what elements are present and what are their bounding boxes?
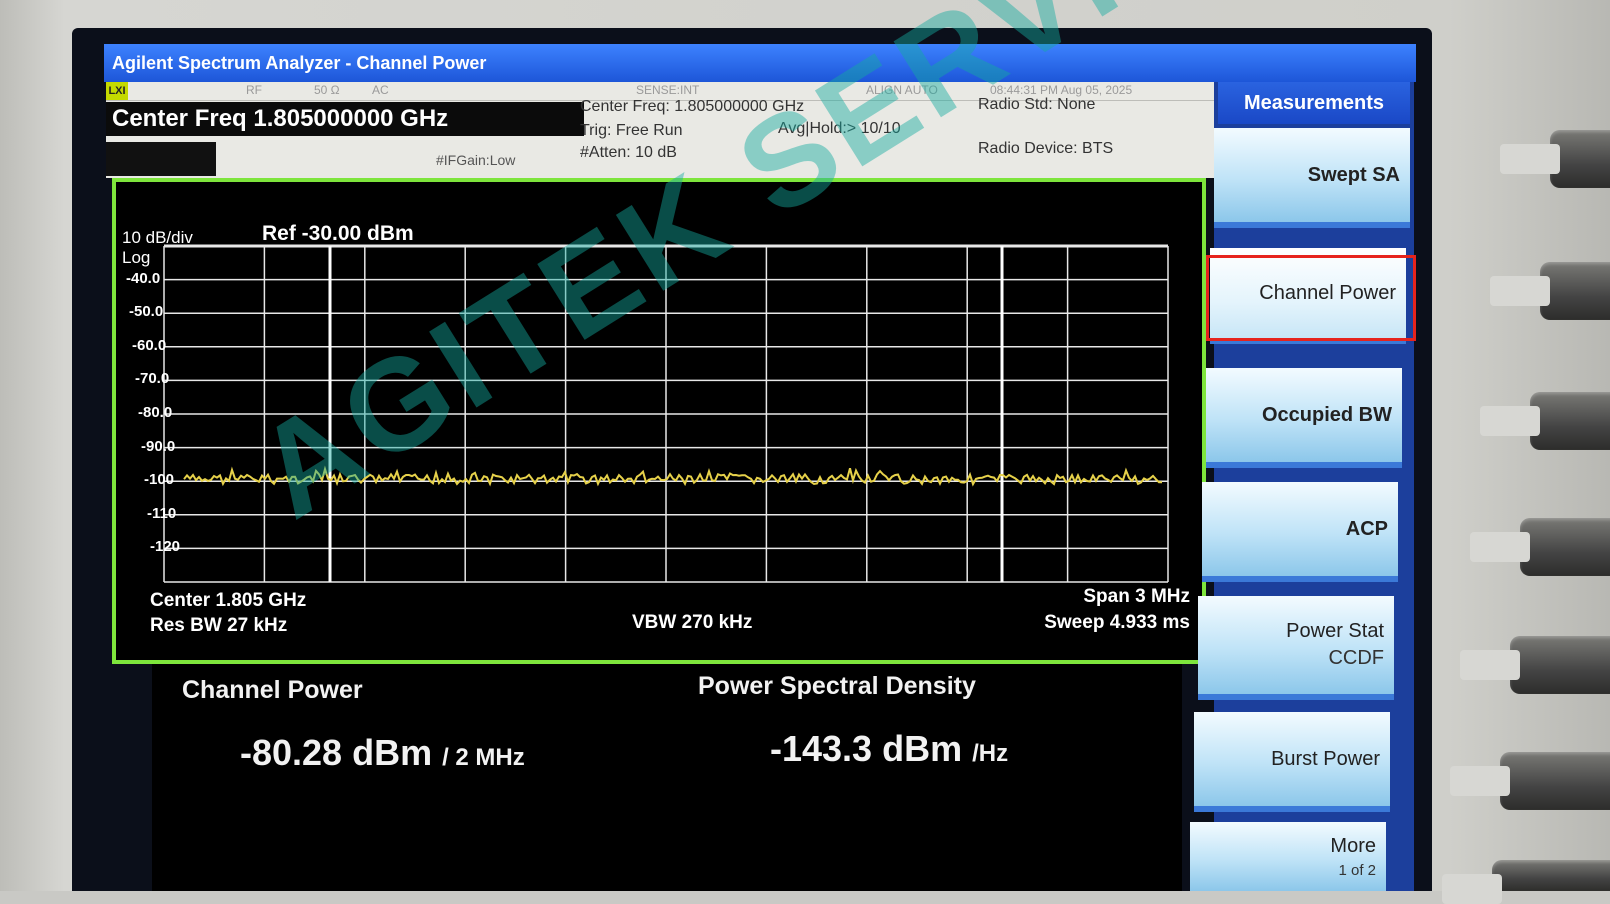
info-panel: LXI RF 50 Ω AC SENSE:INT ALIGN AUTO 08:4… [106,82,1214,178]
channel-power-value: -80.28 dBm [240,732,433,773]
channel-power-label: Channel Power [182,676,363,704]
softkey-swept-sa[interactable]: Swept SA [1214,128,1410,228]
softkey-menu-title: Measurements [1218,82,1410,124]
softkey-power-stat-ccdf[interactable]: Power Stat CCDF [1198,596,1394,700]
if-gain-readout: #IFGain:Low [436,152,516,168]
rf-indicator: RF [246,83,262,97]
radio-std-readout: Radio Std: None [978,96,1096,113]
softkey-acp[interactable]: ACP [1202,482,1398,582]
vbw-label: VBW 270 kHz [632,612,753,633]
y-tick-label: -60.0 [132,336,167,354]
hardware-softkey-button-3[interactable] [1480,392,1610,450]
channel-power-unit: / 2 MHz [442,744,525,771]
window-title: Agilent Spectrum Analyzer - Channel Powe… [104,44,1416,82]
softkey-label: Occupied BW [1261,403,1392,426]
y-tick-label: -70.0 [135,370,170,388]
hardware-softkey-button-5[interactable] [1460,636,1610,694]
softkey-label: ACP [1345,517,1388,540]
softkey-label: Power Stat [1286,620,1384,642]
psd-value: -143.3 dBm [770,728,963,769]
selection-highlight [1206,255,1416,341]
center-label: Center 1.805 GHz [150,590,307,611]
results-panel: Channel Power -80.28 dBm / 2 MHz Power Sp… [152,664,1182,891]
softkey-occupied-bw[interactable]: Occupied BW [1206,368,1402,468]
entry-field [106,142,216,176]
grid [163,244,1169,583]
coupling-indicator: AC [372,83,389,97]
hardware-softkey-button-2[interactable] [1490,262,1610,320]
psd-label: Power Spectral Density [698,672,976,700]
hardware-softkey-button-6[interactable] [1450,752,1610,810]
radio-device-readout: Radio Device: BTS [978,140,1114,157]
center-freq-entry[interactable]: Center Freq 1.805000000 GHz [106,102,584,136]
atten-readout: #Atten: 10 dB [580,144,677,161]
graph-svg [163,244,1169,583]
align-indicator: ALIGN AUTO [866,83,938,97]
softkey-label: Burst Power [1271,747,1380,770]
softkey-burst-power[interactable]: Burst Power [1194,712,1390,812]
center-freq-readout: Center Freq: 1.805000000 GHz [580,98,805,115]
psd-result: -143.3 dBm/Hz [770,728,1008,770]
channel-power-result: -80.28 dBm / 2 MHz [240,732,525,774]
y-tick-label: -40.0 [126,269,161,287]
sense-indicator: SENSE:INT [636,83,700,97]
y-tick-label: -120 [150,538,181,556]
hardware-softkey-button-4[interactable] [1470,518,1610,576]
softkey-label: More [1330,834,1376,857]
sweep-label: Sweep 4.933 ms [1044,612,1190,633]
psd-unit: /Hz [972,740,1009,767]
spectrum-graph: 10 dB/div Log Ref -30.00 dBm -40.0 -50.0-… [112,178,1206,664]
y-tick-label: -50.0 [129,303,164,321]
y-tick-label: -110 [147,504,177,522]
impedance-indicator: 50 Ω [314,83,340,97]
lxi-badge: LXI [106,82,128,100]
datetime-readout: 08:44:31 PM Aug 05, 2025 [990,83,1133,97]
softkey-label: Swept SA [1307,163,1400,186]
span-label: Span 3 MHz [1083,586,1190,607]
softkey-sublabel: CCDF [1328,647,1384,669]
softkey-more[interactable]: More 1 of 2 [1190,822,1386,891]
trig-readout: Trig: Free Run [580,122,683,139]
avg-hold-readout: Avg|Hold:> 10/10 [778,120,901,137]
softkey-page-indicator: 1 of 2 [1338,861,1376,879]
y-tick-label: -100 [144,471,175,489]
y-tick-label: -80.0 [138,404,173,421]
y-tick-label: -90.0 [141,437,176,455]
hardware-softkey-button-7[interactable] [1442,860,1610,904]
res-bw-label: Res BW 27 kHz [150,615,288,636]
hardware-softkey-button-1[interactable] [1500,130,1610,188]
